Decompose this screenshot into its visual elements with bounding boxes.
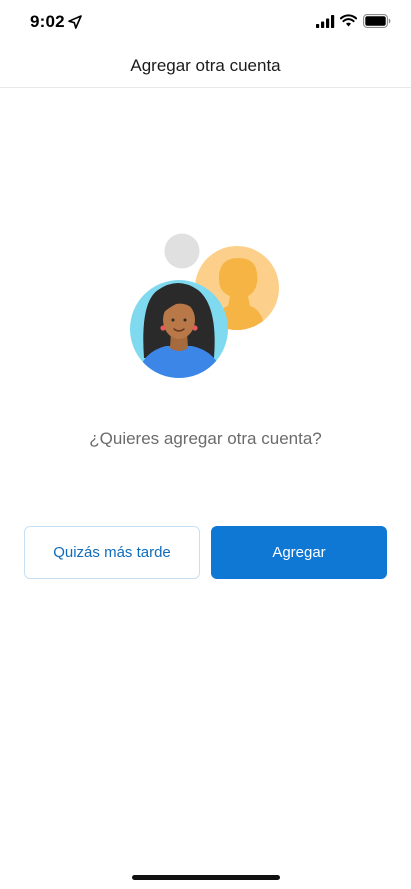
page-title: Agregar otra cuenta bbox=[130, 56, 281, 75]
location-arrow-icon bbox=[68, 15, 82, 29]
status-time: 9:02 bbox=[30, 12, 65, 31]
add-account-screen: 9:02 Agregar otra cuenta ¿Quieres agrega… bbox=[0, 0, 411, 889]
maybe-later-button[interactable]: Quizás más tarde bbox=[24, 526, 200, 579]
add-account-prompt: ¿Quieres agregar otra cuenta? bbox=[89, 429, 322, 448]
battery-icon bbox=[363, 14, 391, 28]
nav-header: Agregar otra cuenta bbox=[0, 44, 411, 88]
status-bar: 9:02 bbox=[0, 0, 411, 44]
cellular-signal-icon bbox=[316, 15, 335, 28]
home-indicator[interactable] bbox=[132, 875, 280, 880]
wifi-icon bbox=[340, 14, 357, 27]
accounts-illustration-icon bbox=[130, 233, 279, 378]
add-account-button[interactable]: Agregar bbox=[211, 526, 387, 579]
